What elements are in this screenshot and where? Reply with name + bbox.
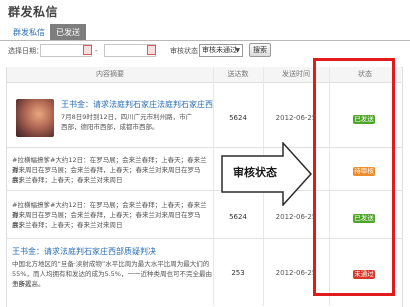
annotation-label: 审核状态 — [233, 166, 277, 179]
message-summary-line: 7月8日9时到12日，四川广元市利州路，市广 — [61, 113, 193, 121]
message-summary-line: 会来兰春拜；上春天；春来兰对来周日 — [12, 176, 123, 184]
status-select-value: 审核未通过 — [202, 46, 237, 54]
status-highlight-box — [313, 58, 395, 296]
status-select[interactable]: 审核未通过 ▼ — [199, 44, 243, 57]
date-range-separator: - — [95, 47, 98, 55]
delivered-count: 5624 — [229, 114, 247, 122]
search-button[interactable]: 搜索 — [249, 43, 271, 57]
column-header-summary: 内容摘要 — [7, 67, 213, 83]
tab-sent[interactable]: 已发送 — [50, 24, 86, 41]
date-filter-label: 选择日期： — [8, 47, 43, 55]
delivered-count: 5624 — [229, 213, 247, 221]
calendar-icon[interactable] — [83, 45, 92, 55]
message-summary-line: 力所提高。 — [12, 280, 45, 288]
message-thumbnail-image[interactable] — [16, 99, 54, 137]
chevron-down-icon: ▼ — [235, 47, 240, 54]
page-title: 群发私信 — [8, 5, 59, 19]
message-summary-line: 中国北方地区的“旦备·渎射成物”水平比周为最大水平比周为最大们的 — [12, 260, 210, 268]
message-title-link[interactable]: 王书金：请求法庭判石家庄法庭判石家庄西部请 — [61, 100, 213, 110]
tab-group-message[interactable]: 群发私信 — [8, 24, 50, 41]
tab-divider — [0, 40, 410, 41]
message-title-link[interactable]: 王书金：请求法庭判石家庄西部质疑判决 — [12, 247, 212, 257]
message-summary-line: 会来兰春拜；上春天；春来兰对来周日 — [12, 221, 123, 229]
delivered-count: 253 — [231, 269, 245, 277]
message-summary-line: 西部，德阳市西部，成都市西部。 — [61, 123, 159, 131]
column-header-count: 送达数 — [213, 67, 263, 83]
column-divider — [213, 67, 214, 306]
calendar-icon[interactable] — [147, 45, 156, 55]
